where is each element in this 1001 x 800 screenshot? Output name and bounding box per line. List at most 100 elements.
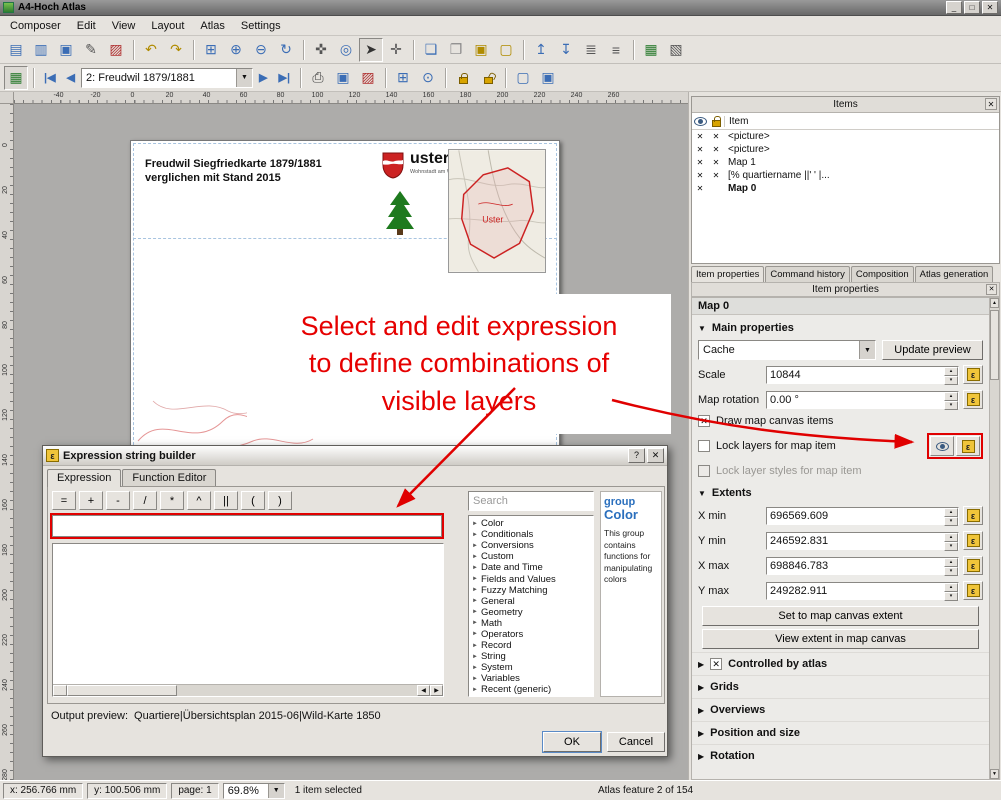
- map-rotation-input[interactable]: 0.00 ° ▴▾: [766, 391, 959, 409]
- scroll-left-icon[interactable]: ◀: [417, 685, 430, 696]
- minimize-button[interactable]: _: [946, 1, 962, 14]
- print-atlas-icon[interactable]: ⎙: [306, 66, 330, 90]
- zoom-full-icon[interactable]: ⊞: [199, 38, 223, 62]
- help-button[interactable]: ?: [628, 448, 645, 463]
- visibility-checkbox[interactable]: ✕: [692, 132, 708, 141]
- load-from-template-icon[interactable]: ▥: [29, 38, 53, 62]
- expand-arrow-icon[interactable]: ►: [472, 587, 478, 593]
- draw-canvas-items-checkbox[interactable]: ✕: [698, 415, 710, 427]
- scale-input[interactable]: 10844 ▴▾: [766, 366, 959, 384]
- spinner[interactable]: ▴▾: [944, 508, 958, 524]
- scrollbar-thumb[interactable]: [67, 685, 177, 696]
- refresh-view-icon[interactable]: ↻: [274, 38, 298, 62]
- visibility-preset-button[interactable]: [930, 436, 954, 456]
- atlas-previous-feature-button[interactable]: ◀: [62, 66, 80, 90]
- export-as-svg-icon[interactable]: ✎: [79, 38, 103, 62]
- expression-input[interactable]: 'Quartiere|Übersichtsplan 2015-06|' || k…: [52, 515, 442, 537]
- raise-items-icon[interactable]: ↥: [529, 38, 553, 62]
- align-left-icon[interactable]: ≣: [579, 38, 603, 62]
- operator-button[interactable]: ^: [187, 491, 211, 510]
- function-group-item[interactable]: ► Conditionals: [469, 529, 593, 540]
- table-row[interactable]: ✕ ✕ [% quartiername ||' ' |...: [692, 169, 999, 182]
- function-group-item[interactable]: ► Custom: [469, 551, 593, 562]
- panel-tab[interactable]: Atlas generation: [915, 266, 994, 282]
- dialog-tab[interactable]: Function Editor: [122, 469, 216, 486]
- operator-button[interactable]: ||: [214, 491, 238, 510]
- expand-arrow-icon[interactable]: ►: [472, 687, 478, 693]
- function-group-item[interactable]: ► General: [469, 596, 593, 607]
- function-group-item[interactable]: ► Fuzzy Matching: [469, 585, 593, 596]
- spinner[interactable]: ▴▾: [944, 558, 958, 574]
- vertical-scrollbar[interactable]: ▲ ▼: [989, 298, 999, 779]
- redo-icon[interactable]: ↷: [164, 38, 188, 62]
- expand-arrow-icon[interactable]: ►: [472, 665, 478, 671]
- function-group-item[interactable]: ► Operators: [469, 629, 593, 640]
- section-main-properties[interactable]: ▼ Main properties: [692, 315, 989, 338]
- atlas-feature-combo[interactable]: 2: Freudwil 1879/1881 ▼: [81, 68, 253, 88]
- collapsed-section-header[interactable]: ▶ Rotation: [692, 744, 989, 767]
- extent-input[interactable]: 246592.831 ▴▾: [766, 532, 959, 550]
- expand-arrow-icon[interactable]: ►: [472, 565, 478, 571]
- expand-arrow-icon[interactable]: ►: [472, 521, 478, 527]
- expand-arrow-icon[interactable]: ►: [472, 643, 478, 649]
- function-group-item[interactable]: ► Conversions: [469, 540, 593, 551]
- move-item-content-icon[interactable]: ✛: [384, 38, 408, 62]
- collapse-arrow-icon[interactable]: ▶: [698, 706, 704, 715]
- visibility-checkbox[interactable]: ✕: [692, 184, 708, 193]
- extent-input[interactable]: 696569.609 ▴▾: [766, 507, 959, 525]
- function-group-item[interactable]: ► Color: [469, 518, 593, 529]
- menu-item[interactable]: View: [104, 18, 144, 34]
- scale-expression-button[interactable]: ε: [963, 365, 983, 384]
- maximize-button[interactable]: □: [964, 1, 980, 14]
- operator-button[interactable]: /: [133, 491, 157, 510]
- collapse-arrow-icon[interactable]: ▶: [698, 752, 704, 761]
- scroll-right-icon[interactable]: ▶: [430, 685, 443, 696]
- section-checkbox[interactable]: ✕: [710, 658, 722, 670]
- zoom-full-extent-icon[interactable]: ⊞: [391, 66, 415, 90]
- expand-arrow-icon[interactable]: ►: [472, 620, 478, 626]
- expand-arrow-icon[interactable]: ►: [472, 576, 478, 582]
- dialog-tab[interactable]: Expression: [47, 469, 121, 487]
- dialog-titlebar[interactable]: ε Expression string builder ? ✕: [43, 446, 667, 466]
- operator-button[interactable]: *: [160, 491, 184, 510]
- lock-checkbox[interactable]: ✕: [708, 145, 724, 154]
- chevron-down-icon[interactable]: ▼: [859, 341, 875, 359]
- chevron-down-icon[interactable]: ▼: [236, 69, 252, 87]
- extent-expression-button[interactable]: ε: [963, 531, 983, 550]
- spinner[interactable]: ▴▾: [944, 392, 958, 408]
- select-move-item-icon[interactable]: ➤: [359, 38, 383, 62]
- function-group-item[interactable]: ► Recent (generic): [469, 684, 593, 695]
- expand-arrow-icon[interactable]: ►: [472, 532, 478, 538]
- function-group-item[interactable]: ► Geometry: [469, 607, 593, 618]
- expand-arrow-icon[interactable]: ►: [472, 554, 478, 560]
- expand-arrow-icon[interactable]: ►: [472, 543, 478, 549]
- menu-item[interactable]: Atlas: [192, 18, 232, 34]
- lock-items-icon[interactable]: ▣: [469, 38, 493, 62]
- scrollbar-thumb[interactable]: [990, 310, 999, 380]
- expand-arrow-icon[interactable]: ►: [472, 631, 478, 637]
- set-to-map-canvas-extent-button[interactable]: Set to map canvas extent: [702, 606, 979, 626]
- lock-icon[interactable]: [451, 66, 475, 90]
- lower-items-icon[interactable]: ↧: [554, 38, 578, 62]
- collapse-arrow-icon[interactable]: ▶: [698, 660, 704, 669]
- lock-layers-checkbox[interactable]: [698, 440, 710, 452]
- ungroup-items-icon[interactable]: ❐: [444, 38, 468, 62]
- scroll-down-icon[interactable]: ▼: [990, 769, 999, 779]
- collapsed-section-header[interactable]: ▶ Overviews: [692, 698, 989, 721]
- collapsed-section-header[interactable]: ▶ Grids: [692, 675, 989, 698]
- section-extents[interactable]: ▼ Extents: [692, 480, 989, 503]
- collapse-arrow-icon[interactable]: ▼: [698, 324, 706, 333]
- undo-icon[interactable]: ↶: [139, 38, 163, 62]
- function-group-item[interactable]: ► Variables: [469, 673, 593, 684]
- panel-tab[interactable]: Composition: [851, 266, 914, 282]
- lock-checkbox[interactable]: ✕: [708, 158, 724, 167]
- menu-item[interactable]: Edit: [69, 18, 104, 34]
- unlock-icon[interactable]: [476, 66, 500, 90]
- zoom-out-icon[interactable]: ⊖: [249, 38, 273, 62]
- lock-checkbox[interactable]: ✕: [708, 171, 724, 180]
- function-group-item[interactable]: ► Record: [469, 640, 593, 651]
- collapse-arrow-icon[interactable]: ▼: [698, 489, 706, 498]
- expand-arrow-icon[interactable]: ►: [472, 598, 478, 604]
- unlock-items-icon[interactable]: ▢: [494, 38, 518, 62]
- function-group-item[interactable]: ► Math: [469, 618, 593, 629]
